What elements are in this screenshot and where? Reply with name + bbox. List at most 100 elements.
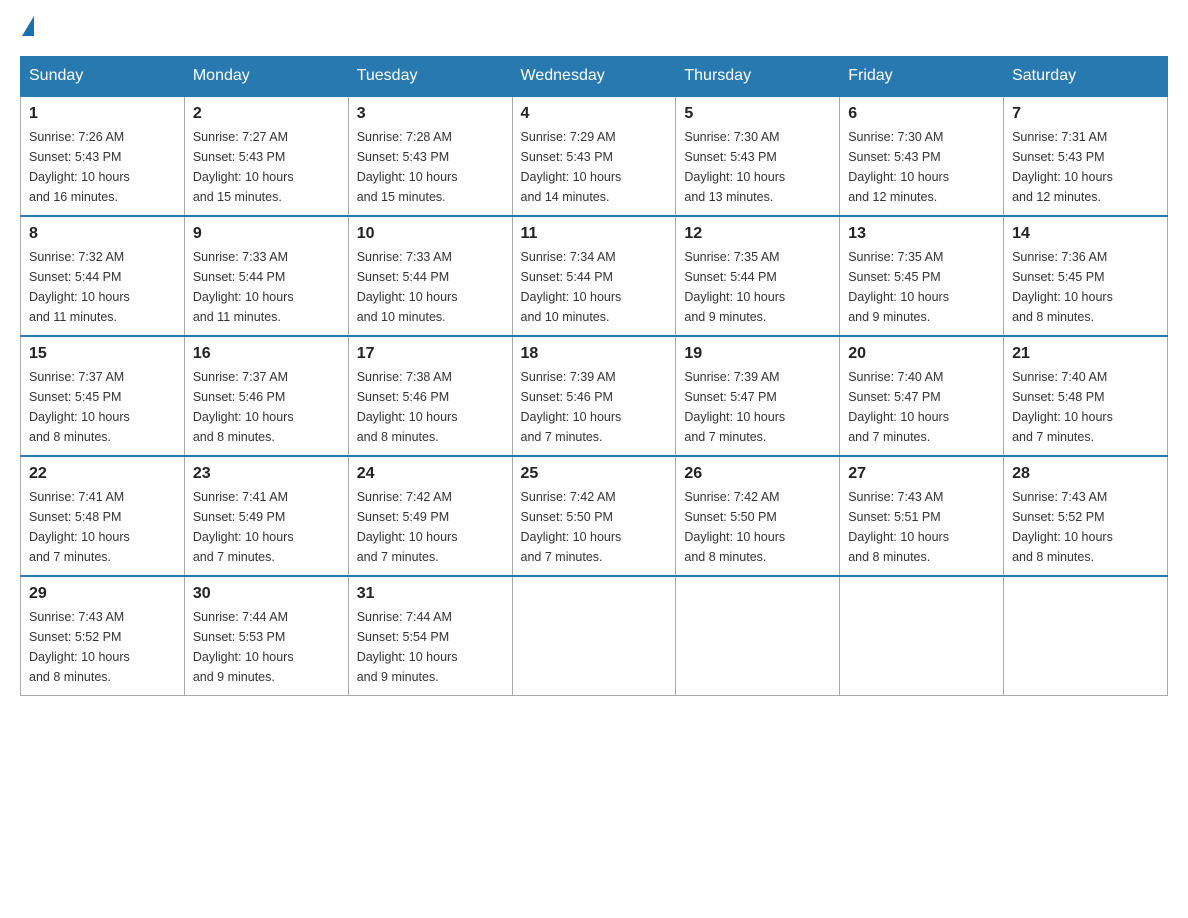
day-info: Sunrise: 7:38 AM Sunset: 5:46 PM Dayligh… bbox=[357, 367, 504, 447]
day-number: 26 bbox=[684, 465, 831, 483]
calendar-week-2: 8 Sunrise: 7:32 AM Sunset: 5:44 PM Dayli… bbox=[21, 216, 1168, 336]
day-info: Sunrise: 7:43 AM Sunset: 5:52 PM Dayligh… bbox=[29, 607, 176, 687]
calendar-cell: 27 Sunrise: 7:43 AM Sunset: 5:51 PM Dayl… bbox=[840, 456, 1004, 576]
calendar-cell: 13 Sunrise: 7:35 AM Sunset: 5:45 PM Dayl… bbox=[840, 216, 1004, 336]
day-number: 1 bbox=[29, 105, 176, 123]
calendar-cell: 16 Sunrise: 7:37 AM Sunset: 5:46 PM Dayl… bbox=[184, 336, 348, 456]
day-number: 3 bbox=[357, 105, 504, 123]
day-info: Sunrise: 7:43 AM Sunset: 5:51 PM Dayligh… bbox=[848, 487, 995, 567]
calendar-cell: 30 Sunrise: 7:44 AM Sunset: 5:53 PM Dayl… bbox=[184, 576, 348, 696]
day-info: Sunrise: 7:39 AM Sunset: 5:47 PM Dayligh… bbox=[684, 367, 831, 447]
calendar-header-tuesday: Tuesday bbox=[348, 57, 512, 97]
calendar-week-4: 22 Sunrise: 7:41 AM Sunset: 5:48 PM Dayl… bbox=[21, 456, 1168, 576]
calendar-header-friday: Friday bbox=[840, 57, 1004, 97]
day-info: Sunrise: 7:44 AM Sunset: 5:53 PM Dayligh… bbox=[193, 607, 340, 687]
day-number: 25 bbox=[521, 465, 668, 483]
logo bbox=[20, 20, 34, 36]
day-info: Sunrise: 7:33 AM Sunset: 5:44 PM Dayligh… bbox=[193, 247, 340, 327]
calendar-cell: 20 Sunrise: 7:40 AM Sunset: 5:47 PM Dayl… bbox=[840, 336, 1004, 456]
calendar-cell bbox=[512, 576, 676, 696]
calendar-cell: 29 Sunrise: 7:43 AM Sunset: 5:52 PM Dayl… bbox=[21, 576, 185, 696]
calendar-cell: 15 Sunrise: 7:37 AM Sunset: 5:45 PM Dayl… bbox=[21, 336, 185, 456]
day-info: Sunrise: 7:27 AM Sunset: 5:43 PM Dayligh… bbox=[193, 127, 340, 207]
day-number: 17 bbox=[357, 345, 504, 363]
day-number: 13 bbox=[848, 225, 995, 243]
calendar-cell bbox=[676, 576, 840, 696]
calendar-cell: 8 Sunrise: 7:32 AM Sunset: 5:44 PM Dayli… bbox=[21, 216, 185, 336]
day-info: Sunrise: 7:28 AM Sunset: 5:43 PM Dayligh… bbox=[357, 127, 504, 207]
calendar-cell: 14 Sunrise: 7:36 AM Sunset: 5:45 PM Dayl… bbox=[1004, 216, 1168, 336]
calendar-cell: 18 Sunrise: 7:39 AM Sunset: 5:46 PM Dayl… bbox=[512, 336, 676, 456]
day-number: 5 bbox=[684, 105, 831, 123]
day-number: 24 bbox=[357, 465, 504, 483]
day-info: Sunrise: 7:39 AM Sunset: 5:46 PM Dayligh… bbox=[521, 367, 668, 447]
day-info: Sunrise: 7:42 AM Sunset: 5:50 PM Dayligh… bbox=[521, 487, 668, 567]
page-header bbox=[20, 20, 1168, 36]
day-info: Sunrise: 7:44 AM Sunset: 5:54 PM Dayligh… bbox=[357, 607, 504, 687]
calendar-cell: 12 Sunrise: 7:35 AM Sunset: 5:44 PM Dayl… bbox=[676, 216, 840, 336]
calendar-cell: 4 Sunrise: 7:29 AM Sunset: 5:43 PM Dayli… bbox=[512, 96, 676, 216]
calendar-cell: 24 Sunrise: 7:42 AM Sunset: 5:49 PM Dayl… bbox=[348, 456, 512, 576]
day-info: Sunrise: 7:30 AM Sunset: 5:43 PM Dayligh… bbox=[848, 127, 995, 207]
calendar-cell: 2 Sunrise: 7:27 AM Sunset: 5:43 PM Dayli… bbox=[184, 96, 348, 216]
day-number: 22 bbox=[29, 465, 176, 483]
day-info: Sunrise: 7:42 AM Sunset: 5:50 PM Dayligh… bbox=[684, 487, 831, 567]
calendar-cell: 25 Sunrise: 7:42 AM Sunset: 5:50 PM Dayl… bbox=[512, 456, 676, 576]
day-info: Sunrise: 7:37 AM Sunset: 5:46 PM Dayligh… bbox=[193, 367, 340, 447]
calendar-week-5: 29 Sunrise: 7:43 AM Sunset: 5:52 PM Dayl… bbox=[21, 576, 1168, 696]
day-number: 7 bbox=[1012, 105, 1159, 123]
calendar-cell bbox=[840, 576, 1004, 696]
day-number: 8 bbox=[29, 225, 176, 243]
day-info: Sunrise: 7:30 AM Sunset: 5:43 PM Dayligh… bbox=[684, 127, 831, 207]
day-info: Sunrise: 7:41 AM Sunset: 5:48 PM Dayligh… bbox=[29, 487, 176, 567]
day-number: 30 bbox=[193, 585, 340, 603]
day-number: 23 bbox=[193, 465, 340, 483]
calendar-cell: 22 Sunrise: 7:41 AM Sunset: 5:48 PM Dayl… bbox=[21, 456, 185, 576]
calendar-cell: 21 Sunrise: 7:40 AM Sunset: 5:48 PM Dayl… bbox=[1004, 336, 1168, 456]
day-number: 4 bbox=[521, 105, 668, 123]
calendar-cell: 19 Sunrise: 7:39 AM Sunset: 5:47 PM Dayl… bbox=[676, 336, 840, 456]
calendar-cell bbox=[1004, 576, 1168, 696]
day-number: 21 bbox=[1012, 345, 1159, 363]
calendar-week-1: 1 Sunrise: 7:26 AM Sunset: 5:43 PM Dayli… bbox=[21, 96, 1168, 216]
day-info: Sunrise: 7:40 AM Sunset: 5:47 PM Dayligh… bbox=[848, 367, 995, 447]
calendar-cell: 3 Sunrise: 7:28 AM Sunset: 5:43 PM Dayli… bbox=[348, 96, 512, 216]
day-number: 16 bbox=[193, 345, 340, 363]
day-number: 19 bbox=[684, 345, 831, 363]
calendar-cell: 28 Sunrise: 7:43 AM Sunset: 5:52 PM Dayl… bbox=[1004, 456, 1168, 576]
day-info: Sunrise: 7:32 AM Sunset: 5:44 PM Dayligh… bbox=[29, 247, 176, 327]
day-number: 20 bbox=[848, 345, 995, 363]
calendar-cell: 17 Sunrise: 7:38 AM Sunset: 5:46 PM Dayl… bbox=[348, 336, 512, 456]
day-info: Sunrise: 7:34 AM Sunset: 5:44 PM Dayligh… bbox=[521, 247, 668, 327]
day-info: Sunrise: 7:40 AM Sunset: 5:48 PM Dayligh… bbox=[1012, 367, 1159, 447]
day-number: 10 bbox=[357, 225, 504, 243]
day-info: Sunrise: 7:31 AM Sunset: 5:43 PM Dayligh… bbox=[1012, 127, 1159, 207]
calendar-cell: 31 Sunrise: 7:44 AM Sunset: 5:54 PM Dayl… bbox=[348, 576, 512, 696]
calendar-cell: 11 Sunrise: 7:34 AM Sunset: 5:44 PM Dayl… bbox=[512, 216, 676, 336]
day-number: 31 bbox=[357, 585, 504, 603]
calendar-table: SundayMondayTuesdayWednesdayThursdayFrid… bbox=[20, 56, 1168, 696]
day-number: 6 bbox=[848, 105, 995, 123]
calendar-header-saturday: Saturday bbox=[1004, 57, 1168, 97]
day-info: Sunrise: 7:36 AM Sunset: 5:45 PM Dayligh… bbox=[1012, 247, 1159, 327]
calendar-cell: 10 Sunrise: 7:33 AM Sunset: 5:44 PM Dayl… bbox=[348, 216, 512, 336]
day-info: Sunrise: 7:43 AM Sunset: 5:52 PM Dayligh… bbox=[1012, 487, 1159, 567]
day-number: 11 bbox=[521, 225, 668, 243]
calendar-cell: 23 Sunrise: 7:41 AM Sunset: 5:49 PM Dayl… bbox=[184, 456, 348, 576]
calendar-cell: 7 Sunrise: 7:31 AM Sunset: 5:43 PM Dayli… bbox=[1004, 96, 1168, 216]
day-number: 29 bbox=[29, 585, 176, 603]
calendar-cell: 6 Sunrise: 7:30 AM Sunset: 5:43 PM Dayli… bbox=[840, 96, 1004, 216]
calendar-header-sunday: Sunday bbox=[21, 57, 185, 97]
day-number: 9 bbox=[193, 225, 340, 243]
day-info: Sunrise: 7:35 AM Sunset: 5:45 PM Dayligh… bbox=[848, 247, 995, 327]
day-number: 14 bbox=[1012, 225, 1159, 243]
day-info: Sunrise: 7:33 AM Sunset: 5:44 PM Dayligh… bbox=[357, 247, 504, 327]
day-info: Sunrise: 7:29 AM Sunset: 5:43 PM Dayligh… bbox=[521, 127, 668, 207]
calendar-cell: 9 Sunrise: 7:33 AM Sunset: 5:44 PM Dayli… bbox=[184, 216, 348, 336]
calendar-header-row: SundayMondayTuesdayWednesdayThursdayFrid… bbox=[21, 57, 1168, 97]
calendar-header-monday: Monday bbox=[184, 57, 348, 97]
calendar-cell: 26 Sunrise: 7:42 AM Sunset: 5:50 PM Dayl… bbox=[676, 456, 840, 576]
day-number: 12 bbox=[684, 225, 831, 243]
day-info: Sunrise: 7:37 AM Sunset: 5:45 PM Dayligh… bbox=[29, 367, 176, 447]
day-info: Sunrise: 7:42 AM Sunset: 5:49 PM Dayligh… bbox=[357, 487, 504, 567]
